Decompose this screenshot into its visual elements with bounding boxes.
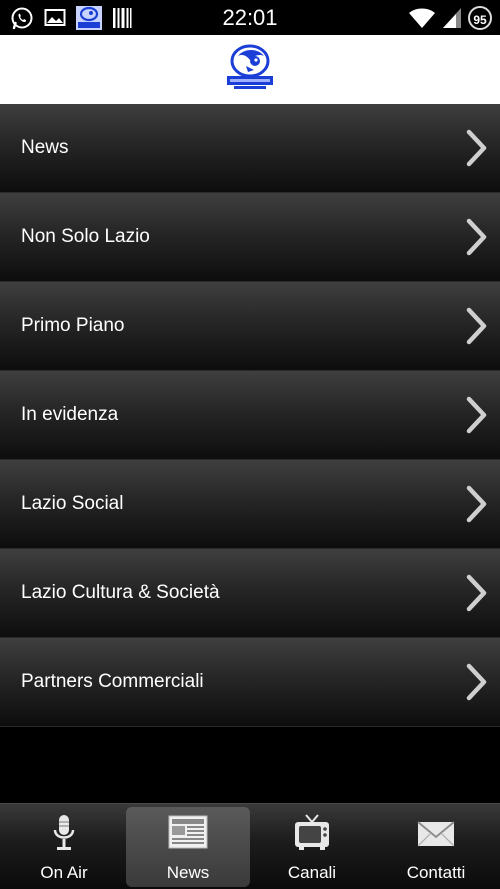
signal-icon — [442, 7, 462, 29]
system-icons: 95 — [408, 4, 492, 31]
menu-item-label: Lazio Social — [21, 493, 124, 514]
menu-item-label: In evidenza — [21, 404, 119, 425]
tv-icon — [295, 814, 329, 850]
menu-item-in-evidenza[interactable]: In evidenza — [0, 371, 500, 460]
menu-item-label: Partners Commerciali — [21, 671, 204, 692]
envelope-icon — [417, 821, 455, 847]
tab-label: News — [166, 863, 210, 882]
tab-contatti[interactable]: Contatti — [374, 807, 498, 887]
menu-item-label: Non Solo Lazio — [21, 226, 150, 247]
menu-item-label: Lazio Cultura & Società — [21, 582, 220, 603]
wifi-icon — [408, 7, 436, 29]
app-header — [0, 35, 500, 104]
menu-list: News Non Solo Lazio Primo Piano In evide… — [0, 104, 500, 727]
tab-news[interactable]: News — [126, 807, 250, 887]
chevron-right-icon — [466, 307, 487, 345]
microphone-icon — [53, 815, 75, 850]
tab-label: On Air — [40, 863, 88, 882]
menu-item-label: Primo Piano — [21, 315, 125, 336]
menu-item-non-solo-lazio[interactable]: Non Solo Lazio — [0, 193, 500, 282]
tab-canali[interactable]: Canali — [250, 807, 374, 887]
status-bar: 22:01 95 — [0, 0, 500, 35]
radio-logo — [224, 44, 276, 95]
chevron-right-icon — [466, 574, 487, 612]
menu-item-lazio-cultura[interactable]: Lazio Cultura & Società — [0, 549, 500, 638]
menu-item-primo-piano[interactable]: Primo Piano — [0, 282, 500, 371]
chevron-right-icon — [466, 485, 487, 523]
bottom-tab-bar: On Air News Canali Contatti — [0, 803, 500, 889]
chevron-right-icon — [466, 396, 487, 434]
newspaper-icon — [168, 815, 208, 849]
tab-on-air[interactable]: On Air — [2, 807, 126, 887]
menu-item-news[interactable]: News — [0, 104, 500, 193]
battery-icon: 95 — [468, 5, 492, 30]
chevron-right-icon — [466, 218, 487, 256]
chevron-right-icon — [466, 663, 487, 701]
tab-label: Contatti — [406, 863, 466, 882]
menu-item-partners[interactable]: Partners Commerciali — [0, 638, 500, 727]
chevron-right-icon — [466, 129, 487, 167]
menu-item-label: News — [21, 137, 69, 158]
menu-item-lazio-social[interactable]: Lazio Social — [0, 460, 500, 549]
tab-label: Canali — [287, 863, 337, 882]
